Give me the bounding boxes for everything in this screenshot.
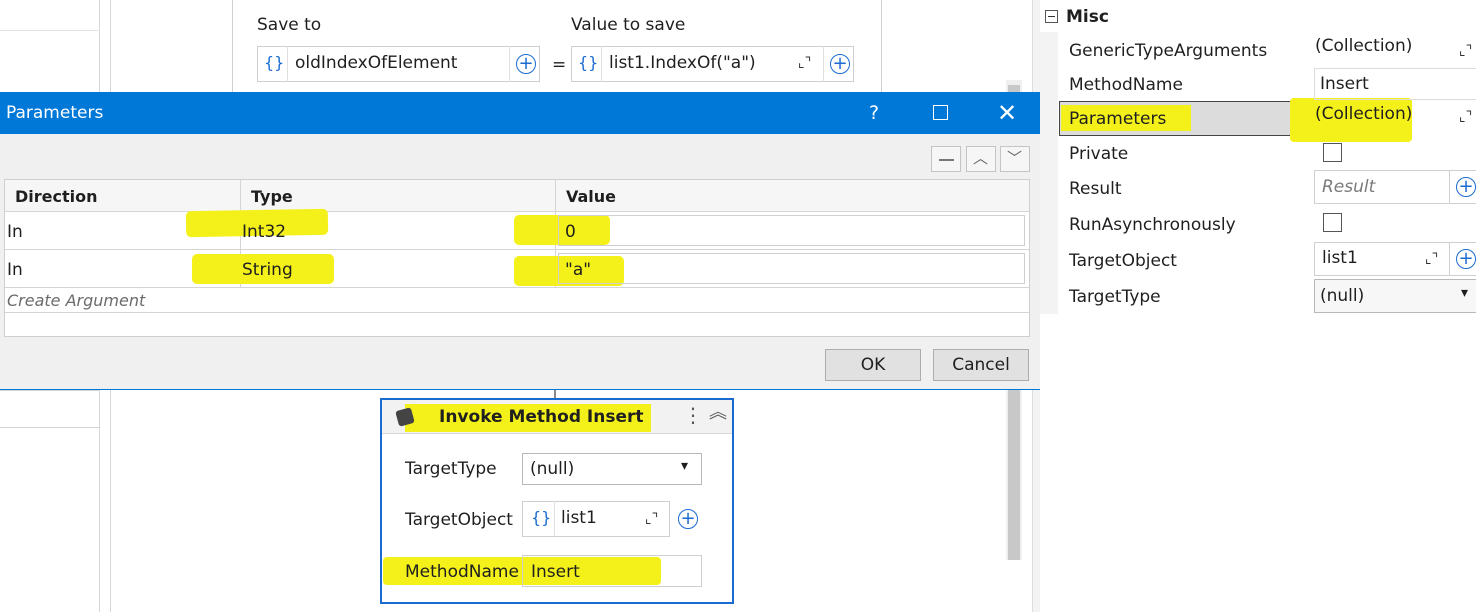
column-header-value[interactable]: Value (566, 189, 616, 205)
expand-icon[interactable]: ⌞⌝ (1425, 252, 1438, 266)
target-object-divider (554, 501, 555, 537)
expression-icon[interactable]: {} (531, 510, 551, 526)
value-divider-2 (823, 46, 824, 82)
save-to-label: Save to (257, 15, 322, 35)
save-to-divider-2 (509, 46, 510, 82)
property-label: GenericTypeArguments (1069, 41, 1268, 61)
private-checkbox[interactable] (1323, 143, 1342, 162)
result-placeholder: Result (1322, 177, 1376, 197)
minus-icon (1048, 16, 1055, 17)
collapse-section-icon[interactable] (1045, 10, 1058, 23)
section-title: Misc (1066, 7, 1109, 27)
column-header-type[interactable]: Type (251, 189, 293, 205)
value-to-save-value: list1.IndexOf("a") (609, 53, 756, 73)
save-to-value: oldIndexOfElement (295, 53, 458, 73)
property-label: MethodName (1069, 75, 1183, 95)
property-value: list1 (1322, 248, 1358, 268)
add-icon[interactable]: + (516, 54, 536, 74)
dialog-titlebar (0, 92, 1042, 134)
property-label: Parameters (1069, 109, 1167, 129)
column-header-direction[interactable]: Direction (15, 189, 98, 205)
close-icon[interactable]: ✕ (997, 101, 1017, 125)
create-argument-link[interactable]: Create Argument (7, 293, 145, 309)
move-up-button[interactable]: ︿ (966, 146, 996, 172)
help-button[interactable]: ? (869, 104, 879, 123)
method-name-value: Insert (531, 562, 580, 582)
row-type[interactable]: Int32 (242, 224, 286, 241)
run-async-checkbox[interactable] (1323, 213, 1342, 232)
row-type[interactable]: String (242, 262, 293, 279)
target-object-divider (1449, 242, 1450, 276)
add-icon[interactable]: + (830, 54, 850, 74)
property-label: TargetObject (1069, 251, 1177, 271)
value-divider (601, 46, 602, 82)
maximize-icon[interactable] (933, 105, 948, 120)
expand-icon[interactable]: ⌞⌝ (1459, 44, 1472, 58)
activity-title[interactable]: Invoke Method Insert (439, 409, 644, 426)
row-value-input[interactable] (558, 215, 1025, 246)
minus-icon (939, 159, 954, 161)
left-panel-box (0, 390, 100, 428)
property-value: Insert (1320, 74, 1369, 94)
cancel-button[interactable]: Cancel (933, 349, 1029, 381)
row-value: "a" (565, 260, 592, 280)
property-label: TargetType (1069, 287, 1161, 307)
move-down-button[interactable]: ﹀ (1000, 146, 1030, 172)
chevron-down-icon: ﹀ (1007, 149, 1023, 167)
add-icon[interactable]: + (1456, 177, 1476, 197)
collapse-icon[interactable]: ︽ (709, 404, 727, 422)
target-object-value: list1 (561, 508, 597, 528)
property-label: Private (1069, 144, 1129, 164)
expand-icon[interactable]: ⌞⌝ (645, 512, 658, 526)
grid-row-divider (5, 312, 1029, 313)
property-value: (null) (1320, 286, 1365, 306)
property-value[interactable]: (Collection) (1315, 106, 1412, 123)
row-value-input[interactable] (558, 253, 1025, 284)
row-direction: In (7, 260, 23, 280)
chevron-down-icon: ▾ (681, 458, 689, 474)
row-value: 0 (565, 222, 576, 242)
chevron-up-icon: ︿ (973, 149, 989, 167)
expression-icon[interactable]: {} (264, 55, 284, 71)
grid-header (5, 180, 1029, 212)
row-direction: In (7, 222, 23, 242)
expand-icon[interactable]: ⌞⌝ (1459, 110, 1472, 124)
left-panel-divider (0, 30, 98, 31)
chevron-down-icon: ▾ (1461, 285, 1469, 301)
expand-icon[interactable]: ⌞⌝ (798, 56, 811, 70)
property-label: RunAsynchronously (1069, 215, 1236, 235)
save-to-divider (287, 46, 288, 82)
more-options-icon[interactable]: ⋮ (683, 405, 703, 425)
remove-row-button[interactable] (931, 146, 961, 172)
equals-sign: = (552, 55, 567, 75)
flow-connector (554, 390, 556, 398)
property-value[interactable]: (Collection) (1315, 38, 1412, 55)
target-object-label: TargetObject (405, 510, 513, 530)
dialog-title: Parameters (6, 103, 104, 123)
add-icon[interactable]: + (678, 509, 698, 529)
method-name-label: MethodName (405, 562, 519, 582)
value-to-save-label: Value to save (571, 15, 686, 35)
add-icon[interactable]: + (1456, 249, 1476, 269)
expression-icon[interactable]: {} (578, 55, 598, 71)
target-type-label: TargetType (405, 459, 497, 479)
property-grid-gutter (1040, 32, 1058, 314)
target-type-value: (null) (530, 459, 575, 479)
property-label: Result (1069, 179, 1122, 199)
result-divider (1449, 170, 1450, 204)
ok-button[interactable]: OK (825, 349, 921, 381)
